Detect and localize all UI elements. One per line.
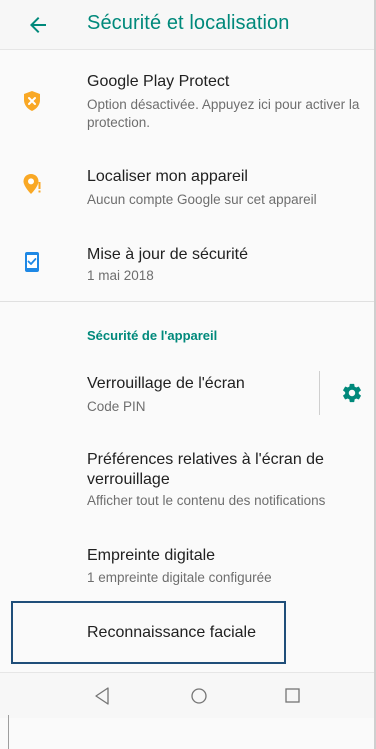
item-title: Préférences relatives à l'écran de verro… (87, 451, 324, 488)
page-title: Sécurité et localisation (87, 12, 290, 34)
nav-back-icon[interactable] (92, 685, 114, 707)
item-subtitle: Code PIN (87, 399, 146, 414)
item-title: Localiser mon appareil (87, 168, 248, 185)
arrow-back-icon[interactable] (26, 13, 50, 37)
gear-icon[interactable] (341, 382, 363, 404)
list-item-security-update[interactable]: Mise à jour de sécurité 1 mai 2018 (0, 233, 374, 295)
bottom-left-edge (8, 715, 9, 749)
list-item-find-my-device[interactable]: Localiser mon appareil Aucun compte Goog… (0, 155, 374, 217)
selection-highlight (11, 601, 286, 664)
section-header-device-security: Sécurité de l'appareil (87, 328, 218, 343)
item-title: Verrouillage de l'écran (87, 375, 245, 392)
settings-screen: Sécurité et localisation Google Play Pro… (0, 0, 376, 749)
item-title: Mise à jour de sécurité (87, 246, 248, 263)
item-subtitle: 1 mai 2018 (87, 268, 154, 283)
location-warning-icon (23, 174, 41, 194)
item-subtitle: 1 empreinte digitale configurée (87, 570, 272, 585)
section-divider (0, 301, 374, 302)
list-item-screen-lock[interactable]: Verrouillage de l'écran Code PIN (0, 360, 374, 422)
list-item-fingerprint[interactable]: Empreinte digitale 1 empreinte digitale … (0, 536, 374, 598)
item-subtitle: Afficher tout le contenu des notificatio… (87, 493, 326, 508)
vertical-separator (319, 371, 320, 415)
nav-recents-icon[interactable] (282, 685, 304, 707)
list-item-google-play-protect[interactable]: Google Play Protect Option désactivée. A… (0, 60, 374, 142)
item-subtitle: Option désactivée. Appuyez ici pour acti… (87, 97, 360, 130)
phone-check-icon (25, 252, 39, 272)
shield-warning-icon (24, 91, 40, 111)
navigation-bar (0, 672, 374, 718)
app-bar: Sécurité et localisation (0, 0, 374, 50)
item-subtitle: Aucun compte Google sur cet appareil (87, 192, 317, 207)
list-item-lock-screen-preferences[interactable]: Préférences relatives à l'écran de verro… (0, 440, 374, 530)
item-title: Empreinte digitale (87, 547, 216, 564)
item-title: Google Play Protect (87, 73, 230, 90)
nav-home-icon[interactable] (188, 685, 210, 707)
